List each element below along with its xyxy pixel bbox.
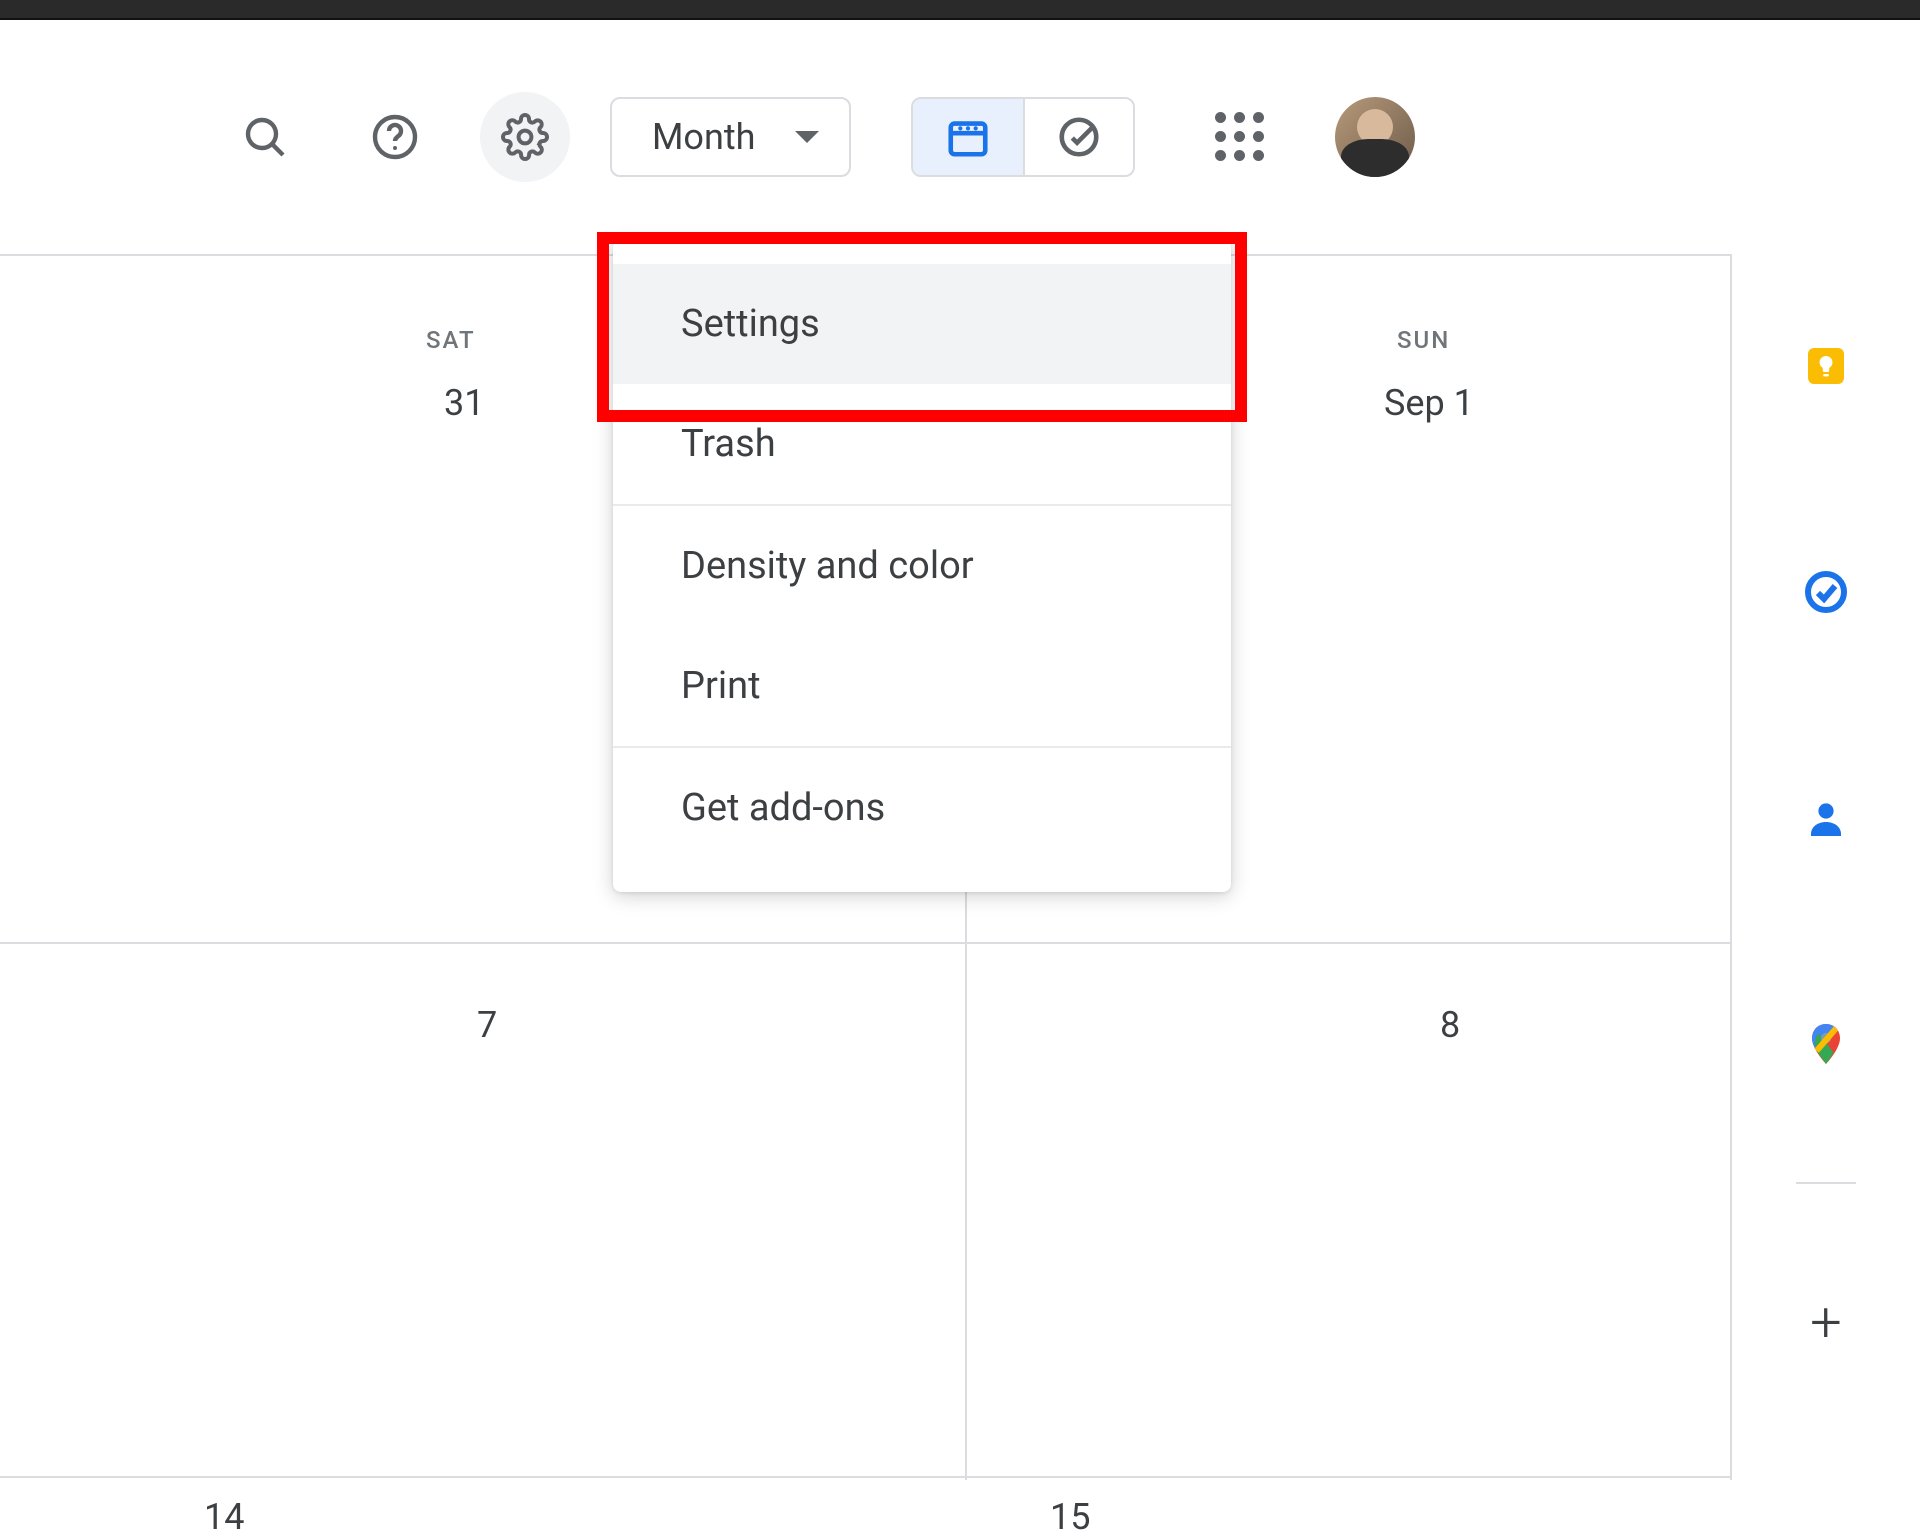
day-cell-date[interactable]: 8: [1440, 1004, 1460, 1046]
tasks-icon: [1802, 568, 1850, 616]
search-icon: [241, 113, 289, 161]
chevron-down-icon: [795, 131, 819, 143]
day-cell-date[interactable]: 31: [444, 382, 484, 424]
maps-app-button[interactable]: [1798, 1016, 1854, 1072]
menu-item-trash[interactable]: Trash: [613, 384, 1231, 504]
menu-item-get-addons[interactable]: Get add-ons: [613, 748, 1231, 868]
day-header-sun: SUN: [1397, 326, 1450, 354]
apps-launcher-button[interactable]: [1215, 112, 1265, 162]
app-header: Month: [0, 20, 1920, 254]
help-button[interactable]: [350, 92, 440, 182]
row-divider: [0, 1476, 1730, 1478]
day-header-sat: SAT: [426, 326, 476, 354]
view-selector-label: Month: [652, 116, 755, 158]
calendar-icon: [945, 114, 991, 160]
help-icon: [371, 113, 419, 161]
account-avatar[interactable]: [1335, 97, 1415, 177]
side-panel-divider: [1796, 1182, 1856, 1184]
calendar-view-toggle[interactable]: [913, 99, 1023, 175]
checkmark-circle-icon: [1056, 114, 1102, 160]
menu-item-settings[interactable]: Settings: [613, 264, 1231, 384]
menu-item-print[interactable]: Print: [613, 626, 1231, 746]
maps-pin-icon: [1802, 1020, 1850, 1068]
person-icon: [1802, 794, 1850, 842]
row-divider: [0, 942, 1730, 944]
gear-icon: [501, 113, 549, 161]
settings-dropdown-menu: Settings Trash Density and color Print G…: [613, 240, 1231, 892]
day-cell-date[interactable]: 7: [477, 1004, 497, 1046]
settings-gear-button[interactable]: [480, 92, 570, 182]
tasks-view-toggle[interactable]: [1023, 99, 1133, 175]
right-side-panel: +: [1730, 254, 1920, 1480]
day-cell-date[interactable]: 15: [1050, 1496, 1090, 1538]
view-selector[interactable]: Month: [610, 97, 851, 177]
view-toggle-group: [911, 97, 1135, 177]
tasks-app-button[interactable]: [1798, 564, 1854, 620]
plus-icon: +: [1810, 1289, 1842, 1355]
day-cell-date[interactable]: Sep 1: [1384, 382, 1474, 424]
search-button[interactable]: [220, 92, 310, 182]
keep-icon: [1802, 342, 1850, 390]
keep-app-button[interactable]: [1798, 338, 1854, 394]
menu-item-density-color[interactable]: Density and color: [613, 506, 1231, 626]
contacts-app-button[interactable]: [1798, 790, 1854, 846]
day-cell-date[interactable]: 14: [204, 1496, 244, 1538]
browser-chrome-bar: [0, 0, 1920, 20]
get-addons-button[interactable]: +: [1798, 1294, 1854, 1350]
